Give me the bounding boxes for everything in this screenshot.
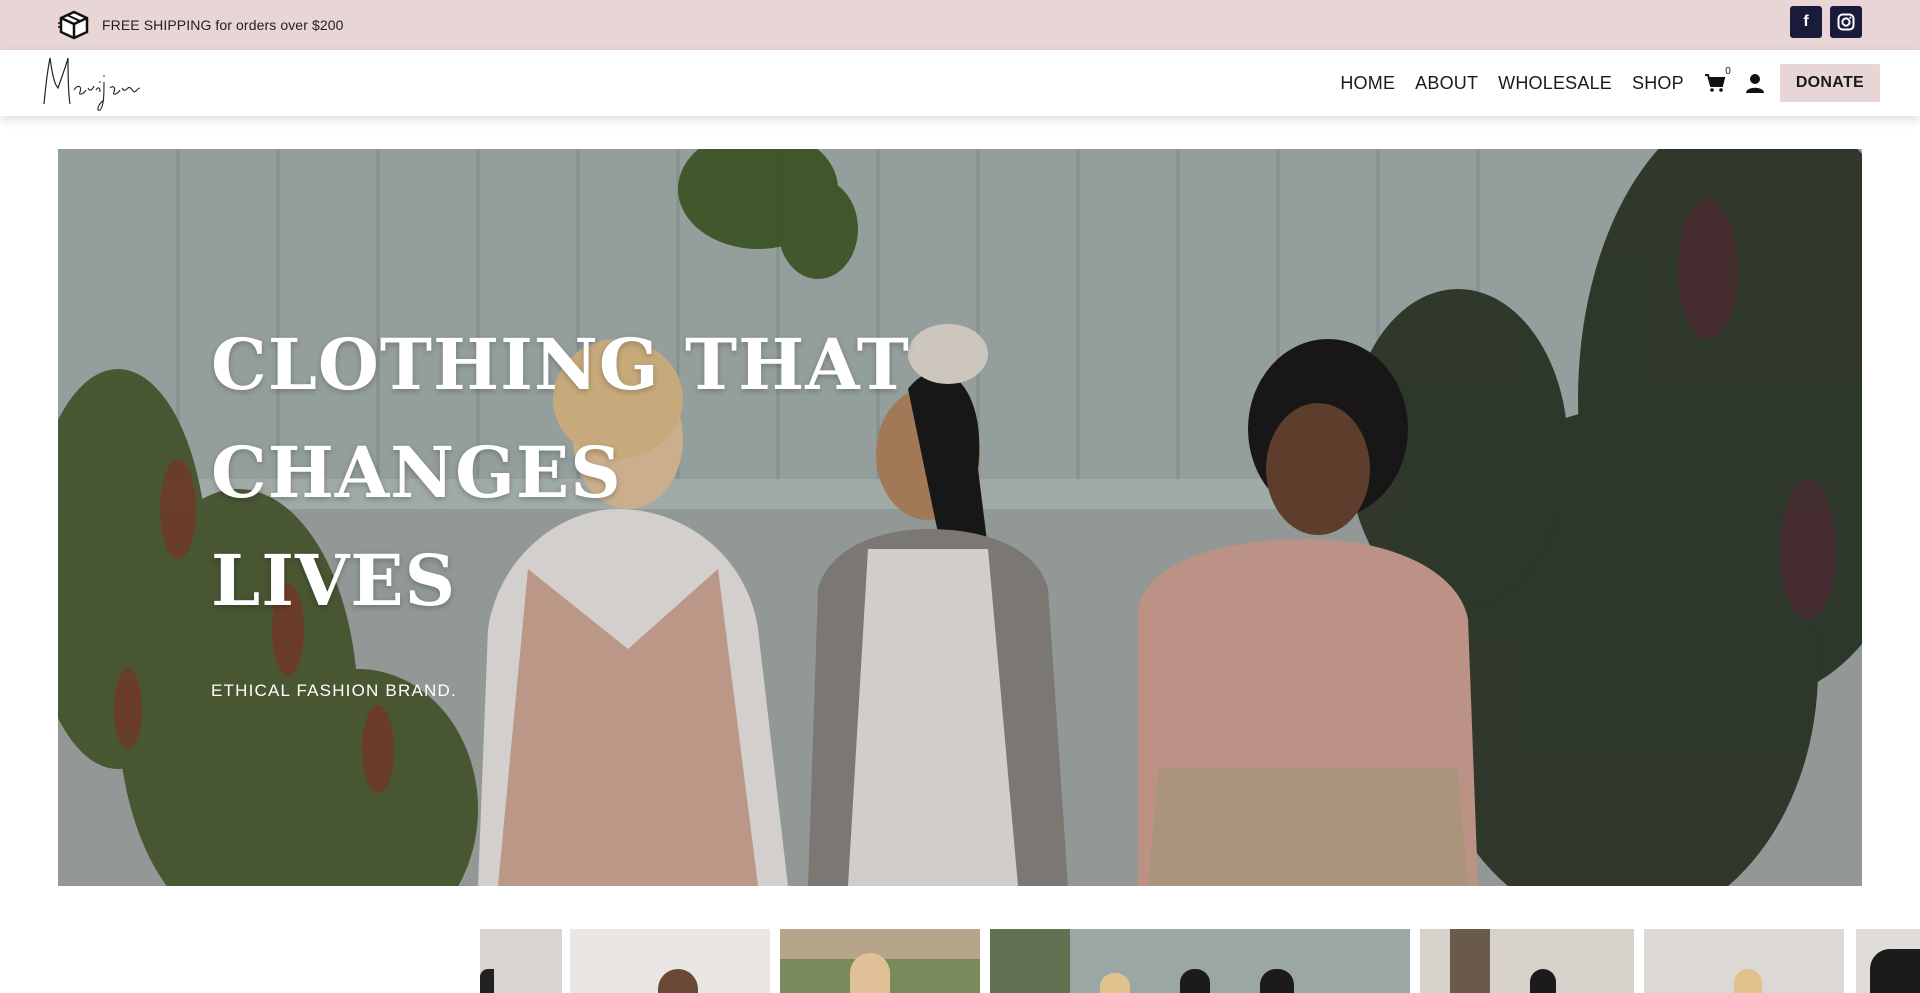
gallery-image-7[interactable] [1856, 929, 1920, 993]
main-nav: HOME ABOUT WHOLESALE SHOP 0 DONATE [1330, 64, 1880, 102]
gallery-image-6[interactable] [1644, 929, 1844, 993]
cart-button[interactable]: 0 [1704, 66, 1731, 94]
hero-text: CLOTHING THAT CHANGES LIVES ETHICAL FASH… [211, 311, 910, 701]
hero-title-line-3: LIVES [211, 539, 457, 622]
hero-title-line-2: CHANGES [211, 431, 622, 514]
gallery-image-5[interactable] [1420, 929, 1634, 993]
nav-about[interactable]: ABOUT [1415, 73, 1478, 94]
social-links: f [1790, 6, 1862, 38]
announcement-bar: FREE SHIPPING for orders over $200 f [0, 0, 1920, 50]
cart-count: 0 [1725, 66, 1731, 77]
donate-button[interactable]: DONATE [1779, 64, 1880, 102]
box-icon [58, 10, 89, 40]
gallery-image-4[interactable] [990, 929, 1410, 993]
gallery-image-2[interactable] [570, 929, 770, 993]
account-icon[interactable] [1744, 72, 1766, 94]
gallery-image-1[interactable] [480, 929, 562, 993]
hero-title-line-1: CLOTHING THAT [211, 323, 910, 406]
hero-banner: CLOTHING THAT CHANGES LIVES ETHICAL FASH… [58, 149, 1862, 886]
brand-logo[interactable] [38, 52, 148, 114]
hero-subtitle: ETHICAL FASHION BRAND. [211, 681, 457, 700]
instagram-icon[interactable] [1830, 6, 1862, 38]
nav-shop[interactable]: SHOP [1632, 73, 1684, 94]
site-header: HOME ABOUT WHOLESALE SHOP 0 DONATE [0, 50, 1920, 116]
shipping-text: FREE SHIPPING for orders over $200 [102, 17, 344, 33]
facebook-icon[interactable]: f [1790, 6, 1822, 38]
cart-icon [1704, 74, 1726, 92]
shipping-notice: FREE SHIPPING for orders over $200 [58, 10, 344, 40]
nav-home[interactable]: HOME [1340, 73, 1395, 94]
nav-wholesale[interactable]: WHOLESALE [1498, 73, 1612, 94]
gallery-image-3[interactable] [780, 929, 980, 993]
